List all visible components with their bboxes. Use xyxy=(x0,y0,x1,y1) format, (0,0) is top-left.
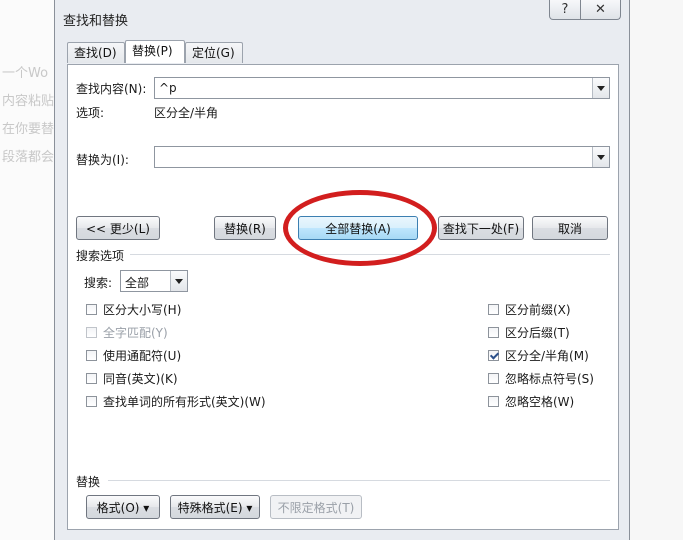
less-button[interactable]: << 更少(L) xyxy=(76,216,160,240)
doc-text-line-3: 在你要替 xyxy=(2,122,55,137)
document-background-left xyxy=(0,0,54,540)
ignore-whitespace-checkbox[interactable]: 忽略空格(W) xyxy=(488,393,574,410)
replace-button[interactable]: 替换(R) xyxy=(214,216,276,240)
find-next-button[interactable]: 查找下一处(F) xyxy=(438,216,524,240)
tab-find[interactable]: 查找(D) xyxy=(67,42,125,63)
checkbox-box[interactable] xyxy=(488,373,499,384)
checkbox-box[interactable] xyxy=(86,304,97,315)
tab-replace[interactable]: 替换(P) xyxy=(125,40,185,63)
options-value: 区分全/半角 xyxy=(154,106,219,120)
match-width-checkbox[interactable]: 区分全/半角(M) xyxy=(488,347,589,364)
checkbox-label: 区分前缀(X) xyxy=(505,303,571,317)
checkbox-box[interactable] xyxy=(86,327,97,338)
match-prefix-checkbox[interactable]: 区分前缀(X) xyxy=(488,301,571,318)
doc-text-line-2: 内容粘贴 xyxy=(2,94,55,109)
options-label: 选项: xyxy=(76,106,105,120)
find-input[interactable]: ^p xyxy=(154,77,610,99)
checkbox-label: 全字匹配(Y) xyxy=(103,326,168,340)
chevron-down-icon xyxy=(175,278,183,284)
chevron-down-icon xyxy=(597,154,605,160)
all-word-forms-checkbox[interactable]: 查找单词的所有形式(英文)(W) xyxy=(86,393,266,410)
search-scope-label: 搜索: xyxy=(84,276,113,290)
format-button[interactable]: 格式(O) ▾ xyxy=(86,495,160,519)
replace-section-heading: 替换 xyxy=(76,475,101,489)
checkbox-box[interactable] xyxy=(488,304,499,315)
find-dropdown-button[interactable] xyxy=(592,78,609,98)
match-suffix-checkbox[interactable]: 区分后缀(T) xyxy=(488,324,570,341)
no-formatting-button[interactable]: 不限定格式(T) xyxy=(270,495,362,519)
checkbox-box[interactable] xyxy=(86,396,97,407)
find-label: 查找内容(N): xyxy=(76,82,147,96)
replace-panel: 查找内容(N): ^p 选项: 区分全/半角 替换为(I): << 更少(L) … xyxy=(67,64,619,530)
checkbox-label: 查找单词的所有形式(英文)(W) xyxy=(103,395,266,409)
checkbox-label: 区分后缀(T) xyxy=(505,326,570,340)
dialog-titlebar: 查找和替换 ? ✕ xyxy=(55,0,629,34)
find-input-value: ^p xyxy=(159,81,177,95)
search-scope-value: 全部 xyxy=(125,276,150,290)
doc-text-line-4: 段落都会 xyxy=(2,150,55,165)
replace-dropdown-button[interactable] xyxy=(592,147,609,167)
checkbox-box[interactable] xyxy=(488,327,499,338)
close-icon: ✕ xyxy=(595,2,606,17)
cancel-button[interactable]: 取消 xyxy=(532,216,608,240)
highlight-ring-annotation xyxy=(283,190,437,266)
wildcards-checkbox[interactable]: 使用通配符(U) xyxy=(86,347,181,364)
checkbox-label: 区分全/半角(M) xyxy=(505,349,589,363)
replace-section-divider xyxy=(108,480,610,481)
checkbox-box[interactable] xyxy=(86,350,97,361)
dialog-title: 查找和替换 xyxy=(63,14,129,29)
checkbox-label: 忽略标点符号(S) xyxy=(505,372,594,386)
help-icon: ? xyxy=(561,2,569,17)
document-background-right xyxy=(630,0,683,540)
close-button[interactable]: ✕ xyxy=(581,0,621,20)
checkbox-label: 使用通配符(U) xyxy=(103,349,182,363)
checkbox-label: 忽略空格(W) xyxy=(505,395,575,409)
checkbox-box-checked[interactable] xyxy=(488,350,499,361)
search-options-heading: 搜索选项 xyxy=(76,249,125,263)
tab-goto[interactable]: 定位(G) xyxy=(185,42,243,63)
find-replace-dialog: 查找和替换 ? ✕ 查找(D) 替换(P) 定位(G) 查找内容(N): ^p … xyxy=(54,0,630,540)
checkbox-label: 区分大小写(H) xyxy=(103,303,182,317)
help-button[interactable]: ? xyxy=(549,0,581,20)
ignore-punctuation-checkbox[interactable]: 忽略标点符号(S) xyxy=(488,370,594,387)
search-scope-dropdown-button[interactable] xyxy=(170,271,187,291)
checkbox-box[interactable] xyxy=(86,373,97,384)
doc-text-line-1: 一个Wo xyxy=(2,66,49,81)
checkbox-box[interactable] xyxy=(488,396,499,407)
match-case-checkbox[interactable]: 区分大小写(H) xyxy=(86,301,181,318)
search-scope-select[interactable]: 全部 xyxy=(120,270,188,292)
whole-word-checkbox[interactable]: 全字匹配(Y) xyxy=(86,324,168,341)
replace-label: 替换为(I): xyxy=(76,153,129,167)
checkbox-label: 同音(英文)(K) xyxy=(103,372,178,386)
replace-input[interactable] xyxy=(154,146,610,168)
chevron-down-icon xyxy=(597,85,605,91)
sounds-like-checkbox[interactable]: 同音(英文)(K) xyxy=(86,370,178,387)
special-format-button[interactable]: 特殊格式(E) ▾ xyxy=(170,495,260,519)
